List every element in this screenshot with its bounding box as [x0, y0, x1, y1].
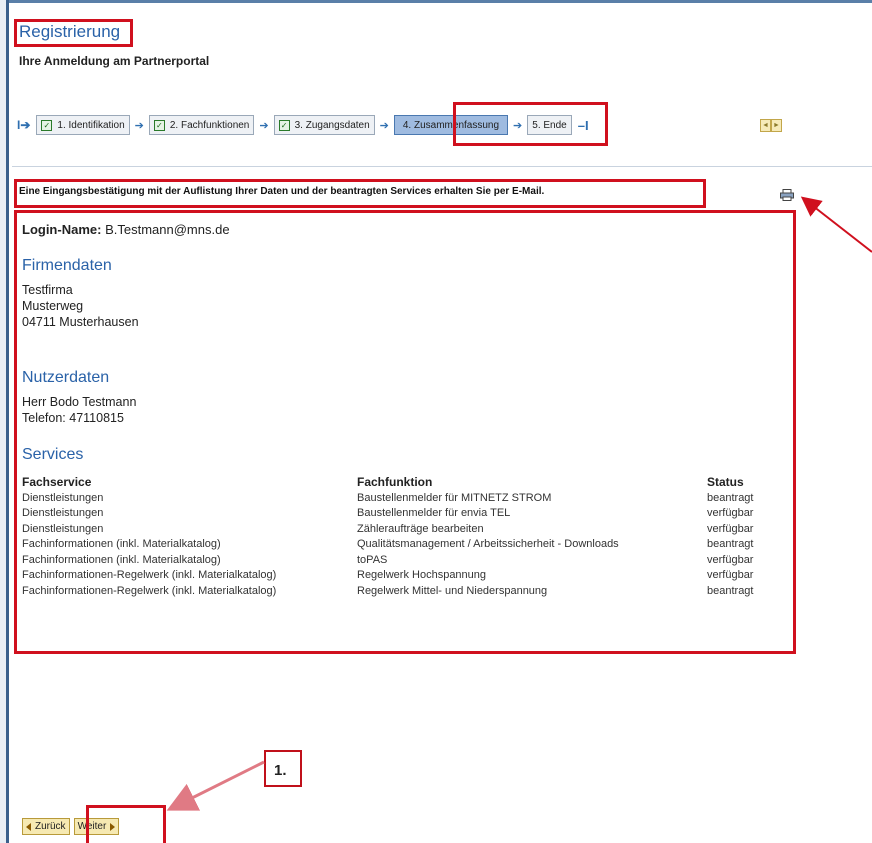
page-subtitle: Ihre Anmeldung am Partnerportal [19, 54, 210, 68]
notice-highlight-box [14, 179, 706, 208]
window-top-border [0, 0, 872, 3]
back-button-label: Zurück [35, 821, 66, 832]
checkbox-checked-icon: ✓ [278, 119, 290, 131]
arrow-right-icon: ➔ [134, 119, 144, 132]
arrow-to-next-button [166, 760, 265, 811]
window-left-border [0, 0, 9, 843]
roadmap-scroll-buttons: ◄ ► [760, 119, 782, 132]
roadmap-step-identifikation[interactable]: ✓ 1. Identifikation [36, 115, 130, 135]
roadmap-start-icon: I➔ [17, 118, 31, 132]
triangle-left-icon [26, 822, 31, 831]
next-button-highlight-box [86, 805, 166, 843]
roadmap-step-label: 1. Identifikation [57, 119, 125, 131]
active-step-highlight-box [453, 102, 608, 146]
roadmap-step-label: 3. Zugangsdaten [294, 119, 370, 131]
scroll-right-icon[interactable]: ► [771, 119, 782, 132]
divider [12, 166, 872, 167]
arrow-to-printer [800, 196, 872, 253]
roadmap-step-label: 2. Fachfunktionen [169, 119, 250, 131]
summary-highlight-box [14, 210, 796, 654]
back-button[interactable]: Zurück [22, 818, 70, 835]
title-highlight-box [14, 19, 133, 47]
scroll-left-icon[interactable]: ◄ [760, 119, 771, 132]
checkbox-checked-icon: ✓ [41, 119, 53, 131]
arrow-right-icon: ➔ [259, 119, 269, 132]
printer-icon[interactable] [780, 189, 794, 201]
roadmap-step-fachfunktionen[interactable]: ✓ 2. Fachfunktionen [148, 115, 255, 135]
roadmap-step-zugangsdaten[interactable]: ✓ 3. Zugangsdaten [273, 115, 375, 135]
step-callout: 1. [264, 750, 302, 787]
checkbox-checked-icon: ✓ [153, 119, 165, 131]
arrow-right-icon: ➔ [379, 119, 389, 132]
